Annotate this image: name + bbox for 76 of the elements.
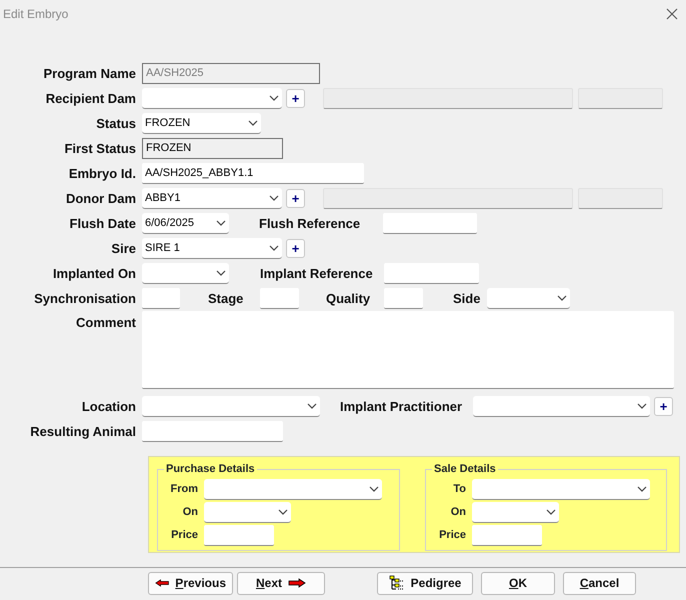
chevron-down-icon: [248, 120, 258, 126]
chevron-down-icon: [546, 509, 556, 515]
arrow-right-icon: [288, 578, 306, 588]
dropdown[interactable]: 6/06/2025: [142, 213, 229, 234]
input-field[interactable]: [384, 263, 479, 284]
input-field[interactable]: [260, 288, 299, 309]
field-label: Implant Reference: [260, 264, 374, 283]
chevron-down-icon: [269, 195, 279, 201]
dropdown[interactable]: ABBY1: [142, 188, 282, 209]
field-label: Side: [453, 290, 482, 308]
field-label: Sire: [110, 240, 137, 258]
field-label: Price: [170, 528, 199, 544]
field-label: Flush Reference: [259, 214, 362, 233]
input-field[interactable]: AA/SH2025_ABBY1.1: [142, 163, 364, 184]
dropdown[interactable]: [142, 263, 229, 284]
field-label: Donor Dam: [64, 190, 137, 208]
chevron-down-icon: [307, 403, 317, 409]
input-field[interactable]: [384, 288, 423, 309]
add-button[interactable]: +: [286, 239, 305, 258]
dropdown[interactable]: [204, 479, 382, 500]
field-label: Resulting Animal: [29, 422, 137, 441]
add-button[interactable]: +: [654, 397, 673, 416]
field-label: Comment: [75, 314, 137, 332]
chevron-down-icon: [637, 486, 647, 492]
chevron-down-icon: [269, 95, 279, 101]
field-label: Status: [95, 114, 137, 133]
input-field[interactable]: [142, 421, 283, 442]
dropdown[interactable]: [142, 88, 282, 109]
input-field[interactable]: [204, 525, 274, 546]
dropdown[interactable]: [472, 502, 559, 523]
next-button[interactable]: Next: [237, 572, 325, 594]
dropdown[interactable]: [473, 396, 650, 417]
previous-button[interactable]: Previous: [148, 572, 233, 594]
input-field[interactable]: [383, 213, 477, 234]
field-label: Embryo Id.: [68, 164, 137, 183]
field-label: On: [182, 505, 199, 520]
field-label: Location: [80, 398, 137, 416]
field-label: To: [452, 482, 467, 498]
field-label: Quality: [326, 290, 372, 308]
pedigree-tree-icon: [388, 575, 405, 591]
window-title: Edit Embryo: [3, 6, 68, 23]
dropdown[interactable]: SIRE 1: [142, 238, 282, 259]
chevron-down-icon: [269, 245, 279, 251]
field-label: Implanted On: [52, 264, 137, 283]
add-button[interactable]: +: [286, 189, 305, 208]
chevron-down-icon: [557, 295, 567, 301]
field-label: On: [450, 505, 467, 520]
pedigree-button[interactable]: Pedigree: [377, 572, 473, 594]
input-field[interactable]: [142, 288, 180, 309]
field-label: Flush Date: [68, 214, 137, 233]
arrow-left-icon: [155, 578, 170, 588]
dialog-button[interactable]: Cancel: [563, 572, 636, 594]
field-label: Price: [438, 528, 467, 544]
readonly-field: AA/SH2025: [142, 63, 320, 84]
dropdown[interactable]: [204, 502, 291, 523]
chevron-down-icon: [278, 509, 288, 515]
field-label: Program Name: [42, 64, 137, 83]
dropdown[interactable]: [142, 396, 320, 417]
chevron-down-icon: [216, 220, 226, 226]
field-label: Stage: [208, 290, 244, 308]
field-label: First Status: [63, 140, 137, 158]
chevron-down-icon: [637, 403, 647, 409]
dialog-button[interactable]: OK: [481, 572, 555, 594]
chevron-down-icon: [369, 486, 379, 492]
input-field[interactable]: [472, 525, 542, 546]
dropdown[interactable]: [472, 479, 650, 500]
close-icon[interactable]: [666, 8, 678, 20]
chevron-down-icon: [216, 270, 226, 276]
add-button[interactable]: +: [286, 89, 305, 108]
dropdown[interactable]: FROZEN: [142, 113, 261, 134]
field-label: Recipient Dam: [44, 90, 137, 108]
readonly-field: FROZEN: [142, 138, 283, 159]
field-label: Implant Practitioner: [340, 398, 464, 416]
dropdown[interactable]: [487, 288, 570, 309]
field-label: Synchronisation: [33, 290, 137, 308]
field-label: From: [170, 482, 199, 498]
